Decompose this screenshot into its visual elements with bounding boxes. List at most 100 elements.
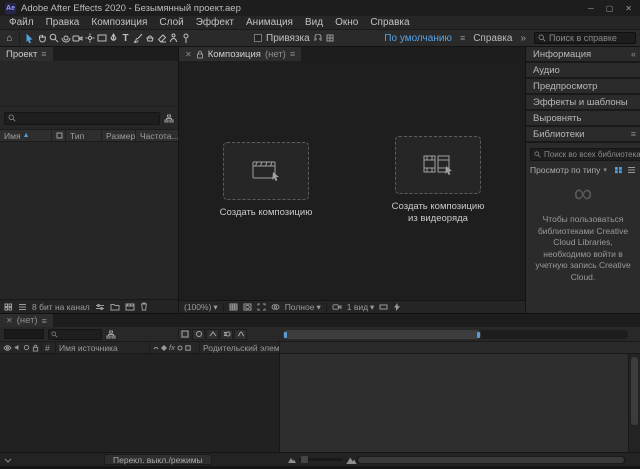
puppet-pin-tool-icon[interactable] [180, 31, 191, 45]
roto-brush-tool-icon[interactable] [168, 31, 179, 45]
menu-help[interactable]: Справка [364, 17, 415, 28]
pan-behind-tool-icon[interactable] [84, 31, 95, 45]
region-of-interest-icon[interactable] [257, 303, 266, 311]
column-type[interactable]: Тип [66, 130, 102, 141]
project-flowchart-icon[interactable] [164, 114, 174, 123]
timeline-zoom-slider[interactable] [299, 458, 343, 461]
panel-menu-icon[interactable]: ≡ [631, 129, 636, 139]
workspace-overflow-icon[interactable]: » [520, 33, 526, 44]
menu-window[interactable]: Окно [329, 17, 364, 28]
workspace-help[interactable]: Справка [473, 33, 512, 44]
view-layout-dropdown[interactable]: 1 вид ▾ [347, 302, 375, 313]
vertical-scroll-thumb[interactable] [631, 357, 638, 425]
panel-audio[interactable]: Аудио [526, 63, 640, 77]
lock-icon[interactable] [196, 50, 204, 59]
project-search-input[interactable] [19, 113, 156, 123]
panel-libraries[interactable]: Библиотеки ≡ [526, 127, 640, 141]
track-area[interactable] [280, 354, 628, 452]
solo-icon[interactable] [23, 344, 30, 351]
panel-info[interactable]: Информация « [526, 47, 640, 61]
panel-menu-icon[interactable]: ≡ [290, 49, 295, 59]
menu-view[interactable]: Вид [299, 17, 329, 28]
trash-icon[interactable] [140, 302, 148, 311]
help-search-input[interactable] [549, 33, 632, 43]
minimize-icon[interactable]: ─ [588, 4, 594, 13]
current-time-field[interactable] [4, 329, 44, 339]
layer-list-area[interactable] [0, 354, 280, 452]
close-panel-icon[interactable]: ✕ [185, 50, 192, 59]
video-eye-icon[interactable] [3, 345, 12, 351]
home-icon[interactable]: ⌂ [4, 31, 15, 45]
project-item-list[interactable] [0, 142, 178, 299]
libraries-search-input[interactable] [544, 150, 640, 159]
workspace-menu-icon[interactable]: ≡ [460, 33, 465, 43]
eraser-tool-icon[interactable] [156, 31, 167, 45]
panel-align[interactable]: Выровнять [526, 111, 640, 125]
new-composition-button[interactable] [223, 142, 309, 200]
maximize-icon[interactable]: ▢ [606, 4, 614, 13]
collapse-transformations-icon[interactable] [161, 345, 167, 351]
grid-view-icon[interactable] [614, 166, 623, 174]
menu-effect[interactable]: Эффект [190, 17, 240, 28]
time-navigator-thumb[interactable] [283, 330, 481, 339]
interpret-footage-icon[interactable] [95, 303, 105, 311]
collapse-panels-icon[interactable]: « [631, 49, 636, 59]
hand-tool-icon[interactable] [36, 31, 47, 45]
close-icon[interactable]: ✕ [625, 4, 632, 13]
composition-mini-flowchart-icon[interactable] [106, 330, 116, 339]
orbit-camera-tool-icon[interactable] [60, 31, 71, 45]
parent-link-column[interactable]: Родительский элемент и... [200, 342, 280, 353]
pen-tool-icon[interactable] [108, 31, 119, 45]
project-search[interactable] [4, 112, 160, 125]
clone-stamp-tool-icon[interactable] [144, 31, 155, 45]
navigator-start-handle[interactable] [284, 332, 287, 338]
magnification-dropdown[interactable]: (100%) ▾ [184, 302, 218, 313]
panel-menu-icon[interactable]: ≡ [41, 49, 46, 59]
expand-layers-icon[interactable] [4, 456, 12, 464]
fast-previews-icon[interactable] [393, 303, 401, 311]
help-search[interactable] [534, 32, 636, 44]
draft-3d-icon[interactable] [178, 329, 191, 340]
column-label-color[interactable] [52, 130, 66, 141]
shape-tool-icon[interactable] [96, 31, 107, 45]
menu-animation[interactable]: Анимация [240, 17, 299, 28]
tab-timeline[interactable]: ✕ (нет) ≡ [0, 314, 53, 327]
menu-edit[interactable]: Правка [40, 17, 86, 28]
resolution-dropdown[interactable]: Полное ▾ [285, 302, 321, 313]
new-composition-icon[interactable] [125, 303, 135, 311]
channels-icon[interactable] [271, 303, 280, 311]
panel-menu-icon[interactable]: ≡ [42, 316, 47, 326]
menu-file[interactable]: Файл [3, 17, 40, 28]
new-folder-icon[interactable] [110, 303, 120, 311]
selection-tool-icon[interactable] [24, 31, 35, 45]
panel-effects-presets[interactable]: Эффекты и шаблоны [526, 95, 640, 109]
hide-shy-layers-icon[interactable] [192, 329, 205, 340]
tab-project[interactable]: Проект ≡ [0, 47, 53, 61]
lock-icon[interactable] [32, 344, 39, 352]
timeline-search-input[interactable] [60, 330, 99, 339]
color-depth-button[interactable]: 8 бит на канал [32, 302, 90, 312]
mask-visibility-icon[interactable] [243, 303, 252, 311]
pixel-aspect-icon[interactable] [379, 303, 388, 311]
graph-editor-icon[interactable] [234, 329, 247, 340]
zoom-out-mountain-icon[interactable] [288, 456, 296, 463]
audio-speaker-icon[interactable] [14, 344, 21, 351]
type-tool-icon[interactable]: T [120, 31, 131, 45]
libraries-search[interactable] [530, 148, 640, 161]
frame-blending-icon[interactable] [206, 329, 219, 340]
snap-option-icon-1[interactable] [314, 34, 322, 42]
panel-preview[interactable]: Предпросмотр [526, 79, 640, 93]
menu-layer[interactable]: Слой [153, 17, 189, 28]
snap-checkbox[interactable] [254, 34, 262, 42]
thumbnail-view-icon[interactable] [4, 303, 13, 311]
camera-settings-icon[interactable] [332, 303, 342, 311]
column-framerate[interactable]: Частота... [136, 130, 178, 141]
time-navigator[interactable] [283, 330, 628, 339]
fx-switch-icon[interactable]: fx [169, 343, 175, 352]
timeline-horizontal-scrollbar[interactable] [356, 456, 626, 464]
view-by-type-dropdown[interactable]: Просмотр по типу [530, 165, 600, 175]
3d-switch-icon[interactable] [185, 345, 191, 351]
close-panel-icon[interactable]: ✕ [6, 316, 13, 325]
motion-blur-switch-icon[interactable] [177, 345, 183, 351]
menu-composition[interactable]: Композиция [85, 17, 153, 28]
